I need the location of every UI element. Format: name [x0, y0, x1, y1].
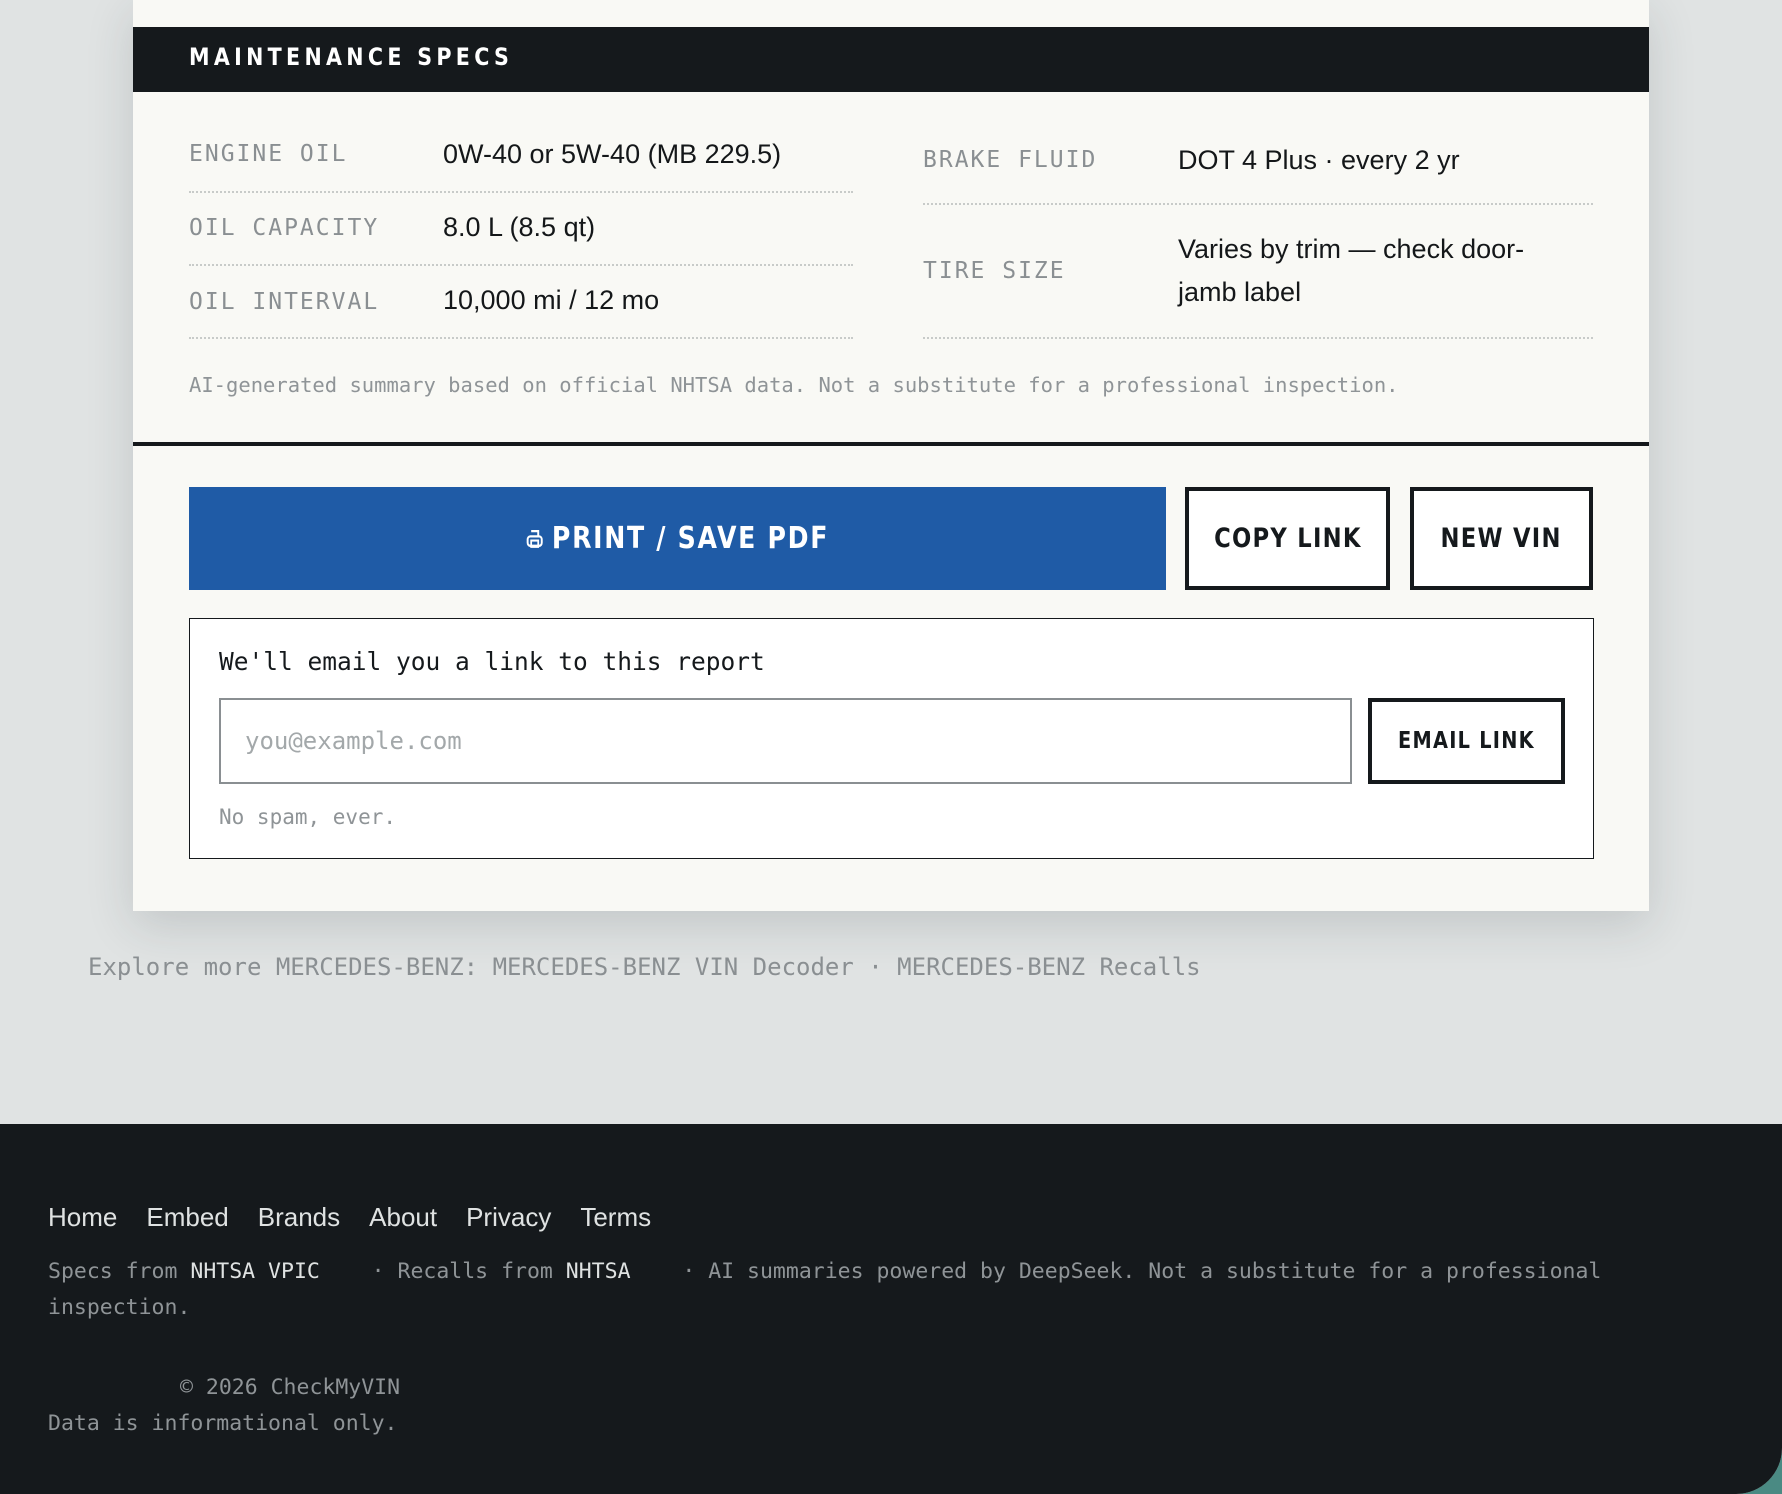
- site-footer: Home Embed Brands About Privacy Terms Sp…: [0, 1124, 1782, 1494]
- vin-decoder-link[interactable]: MERCEDES-BENZ VIN Decoder: [493, 953, 854, 981]
- specs-source-prefix: Specs from: [48, 1259, 191, 1284]
- email-link-button[interactable]: EMAIL LINK: [1368, 698, 1565, 784]
- spec-label: OIL INTERVAL: [189, 289, 380, 315]
- email-input[interactable]: [219, 698, 1352, 784]
- print-button-label: PRINT / SAVE PDF: [551, 521, 830, 556]
- spec-label: TIRE SIZE: [923, 258, 1066, 284]
- spec-label: OIL CAPACITY: [189, 215, 380, 241]
- spec-row-engine-oil: ENGINE OIL 0W-40 or 5W-40 (MB 229.5): [189, 118, 853, 193]
- email-form-note: No spam, ever.: [219, 805, 397, 829]
- copyright: © 2026 CheckMyVIN: [180, 1375, 401, 1400]
- data-informational-note: Data is informational only.: [48, 1411, 398, 1436]
- nhtsa-vpic-link[interactable]: NHTSA VPIC: [190, 1259, 319, 1284]
- footer-data-sources: Specs from NHTSA VPIC · Recalls from NHT…: [48, 1254, 1668, 1326]
- maintenance-specs-header: MAINTENANCE SPECS: [133, 27, 1649, 92]
- spec-label: BRAKE FLUID: [923, 147, 1098, 173]
- report-card: MAINTENANCE SPECS ENGINE OIL 0W-40 or 5W…: [133, 0, 1649, 911]
- section-divider: [133, 442, 1649, 446]
- print-save-pdf-button[interactable]: PRINT / SAVE PDF: [189, 487, 1166, 590]
- email-link-label: EMAIL LINK: [1398, 728, 1535, 754]
- new-vin-button[interactable]: NEW VIN: [1410, 487, 1593, 590]
- footer-link-about[interactable]: About: [369, 1202, 437, 1233]
- email-report-form: We'll email you a link to this report EM…: [189, 618, 1594, 859]
- spec-value: 8.0 L (8.5 qt): [443, 212, 596, 242]
- spec-row-brake-fluid: BRAKE FLUID DOT 4 Plus · every 2 yr: [923, 118, 1593, 205]
- ai-disclaimer: AI-generated summary based on official N…: [189, 373, 1399, 397]
- new-vin-label: NEW VIN: [1440, 523, 1563, 554]
- footer-link-brands[interactable]: Brands: [258, 1202, 340, 1233]
- spec-value: 10,000 mi / 12 mo: [443, 285, 660, 315]
- spec-label: ENGINE OIL: [189, 141, 348, 167]
- maintenance-specs-title: MAINTENANCE SPECS: [189, 43, 514, 71]
- footer-link-terms[interactable]: Terms: [580, 1202, 651, 1233]
- footer-link-embed[interactable]: Embed: [146, 1202, 228, 1233]
- nhtsa-link[interactable]: NHTSA: [566, 1259, 631, 1284]
- spec-row-tire-size: TIRE SIZE Varies by trim — check door-ja…: [923, 203, 1593, 339]
- copy-link-button[interactable]: COPY LINK: [1185, 487, 1390, 590]
- explore-prefix: Explore more MERCEDES-BENZ:: [88, 953, 493, 981]
- copy-link-label: COPY LINK: [1213, 523, 1362, 554]
- recalls-source-prefix: · Recalls from: [358, 1259, 566, 1284]
- explore-more-links: Explore more MERCEDES-BENZ: MERCEDES-BEN…: [88, 953, 1201, 981]
- recalls-link[interactable]: MERCEDES-BENZ Recalls: [897, 953, 1200, 981]
- spec-value: Varies by trim — check door-jamb label: [1178, 234, 1525, 307]
- explore-separator: ·: [853, 953, 898, 981]
- footer-nav: Home Embed Brands About Privacy Terms: [48, 1202, 651, 1233]
- spec-row-oil-interval: OIL INTERVAL 10,000 mi / 12 mo: [189, 264, 853, 339]
- spec-value: DOT 4 Plus · every 2 yr: [1178, 145, 1460, 175]
- footer-link-privacy[interactable]: Privacy: [466, 1202, 551, 1233]
- spec-value: 0W-40 or 5W-40 (MB 229.5): [443, 139, 782, 169]
- page: MAINTENANCE SPECS ENGINE OIL 0W-40 or 5W…: [0, 0, 1782, 1494]
- email-form-heading: We'll email you a link to this report: [219, 647, 765, 676]
- print-icon: [526, 521, 544, 556]
- spec-row-oil-capacity: OIL CAPACITY 8.0 L (8.5 qt): [189, 191, 853, 266]
- footer-link-home[interactable]: Home: [48, 1202, 117, 1233]
